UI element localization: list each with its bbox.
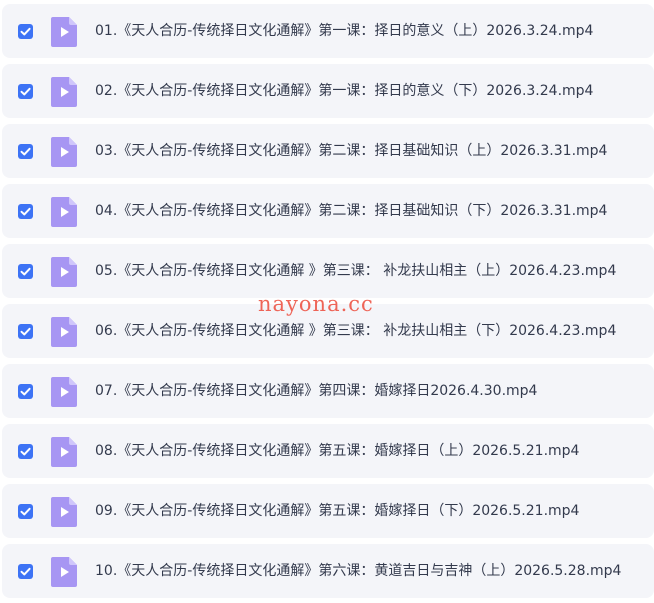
video-file-icon bbox=[51, 17, 77, 47]
video-file-icon bbox=[51, 137, 77, 167]
checkmark-icon bbox=[20, 147, 31, 156]
file-row[interactable]: 02.《天人合历-传统择日文化通解》第一课：择日的意义（下）2026.3.24.… bbox=[2, 64, 654, 118]
video-file-icon bbox=[51, 77, 77, 107]
file-row[interactable]: 05.《天人合历-传统择日文化通解 》第三课： 补龙扶山相主（上）2026.4.… bbox=[2, 244, 654, 298]
file-row[interactable]: 03.《天人合历-传统择日文化通解》第二课：择日基础知识（上）2026.3.31… bbox=[2, 124, 654, 178]
file-name[interactable]: 06.《天人合历-传统择日文化通解 》第三课： 补龙扶山相主（下）2026.4.… bbox=[95, 322, 616, 340]
play-icon bbox=[51, 257, 77, 287]
file-name[interactable]: 05.《天人合历-传统择日文化通解 》第三课： 补龙扶山相主（上）2026.4.… bbox=[95, 262, 616, 280]
checkmark-icon bbox=[20, 387, 31, 396]
checkmark-icon bbox=[20, 327, 31, 336]
file-row[interactable]: 09.《天人合历-传统择日文化通解》第五课：婚嫁择日（下）2026.5.21.m… bbox=[2, 484, 654, 538]
checkmark-icon bbox=[20, 507, 31, 516]
play-icon bbox=[51, 137, 77, 167]
file-name[interactable]: 03.《天人合历-传统择日文化通解》第二课：择日基础知识（上）2026.3.31… bbox=[95, 142, 607, 160]
file-checkbox[interactable] bbox=[18, 564, 33, 579]
file-name[interactable]: 01.《天人合历-传统择日文化通解》第一课：择日的意义（上）2026.3.24.… bbox=[95, 22, 593, 40]
play-icon bbox=[51, 557, 77, 587]
checkmark-icon bbox=[20, 447, 31, 456]
video-file-icon bbox=[51, 257, 77, 287]
file-checkbox[interactable] bbox=[18, 444, 33, 459]
play-icon bbox=[51, 377, 77, 407]
watermark: nayona.cc bbox=[258, 292, 374, 316]
play-icon bbox=[51, 317, 77, 347]
checkmark-icon bbox=[20, 207, 31, 216]
file-checkbox[interactable] bbox=[18, 84, 33, 99]
checkmark-icon bbox=[20, 267, 31, 276]
file-checkbox[interactable] bbox=[18, 204, 33, 219]
video-file-icon bbox=[51, 557, 77, 587]
file-row[interactable]: 10.《天人合历-传统择日文化通解》第六课：黄道吉日与吉神（上）2026.5.2… bbox=[2, 544, 654, 598]
file-name[interactable]: 02.《天人合历-传统择日文化通解》第一课：择日的意义（下）2026.3.24.… bbox=[95, 82, 593, 100]
play-icon bbox=[51, 197, 77, 227]
file-row[interactable]: 07.《天人合历-传统择日文化通解》第四课：婚嫁择日2026.4.30.mp4 bbox=[2, 364, 654, 418]
file-row[interactable]: 08.《天人合历-传统择日文化通解》第五课：婚嫁择日（上）2026.5.21.m… bbox=[2, 424, 654, 478]
video-file-icon bbox=[51, 377, 77, 407]
play-icon bbox=[51, 17, 77, 47]
file-name[interactable]: 10.《天人合历-传统择日文化通解》第六课：黄道吉日与吉神（上）2026.5.2… bbox=[95, 562, 621, 580]
play-icon bbox=[51, 437, 77, 467]
file-checkbox[interactable] bbox=[18, 384, 33, 399]
play-icon bbox=[51, 77, 77, 107]
checkmark-icon bbox=[20, 87, 31, 96]
file-name[interactable]: 09.《天人合历-传统择日文化通解》第五课：婚嫁择日（下）2026.5.21.m… bbox=[95, 502, 579, 520]
file-checkbox[interactable] bbox=[18, 504, 33, 519]
file-checkbox[interactable] bbox=[18, 144, 33, 159]
checkmark-icon bbox=[20, 27, 31, 36]
file-row[interactable]: 04.《天人合历-传统择日文化通解》第二课：择日基础知识（下）2026.3.31… bbox=[2, 184, 654, 238]
play-icon bbox=[51, 497, 77, 527]
checkmark-icon bbox=[20, 567, 31, 576]
file-row[interactable]: 01.《天人合历-传统择日文化通解》第一课：择日的意义（上）2026.3.24.… bbox=[2, 4, 654, 58]
file-name[interactable]: 07.《天人合历-传统择日文化通解》第四课：婚嫁择日2026.4.30.mp4 bbox=[95, 382, 537, 400]
file-checkbox[interactable] bbox=[18, 324, 33, 339]
video-file-icon bbox=[51, 437, 77, 467]
video-file-icon bbox=[51, 197, 77, 227]
video-file-icon bbox=[51, 497, 77, 527]
file-checkbox[interactable] bbox=[18, 24, 33, 39]
video-file-icon bbox=[51, 317, 77, 347]
file-name[interactable]: 04.《天人合历-传统择日文化通解》第二课：择日基础知识（下）2026.3.31… bbox=[95, 202, 607, 220]
file-checkbox[interactable] bbox=[18, 264, 33, 279]
file-name[interactable]: 08.《天人合历-传统择日文化通解》第五课：婚嫁择日（上）2026.5.21.m… bbox=[95, 442, 579, 460]
